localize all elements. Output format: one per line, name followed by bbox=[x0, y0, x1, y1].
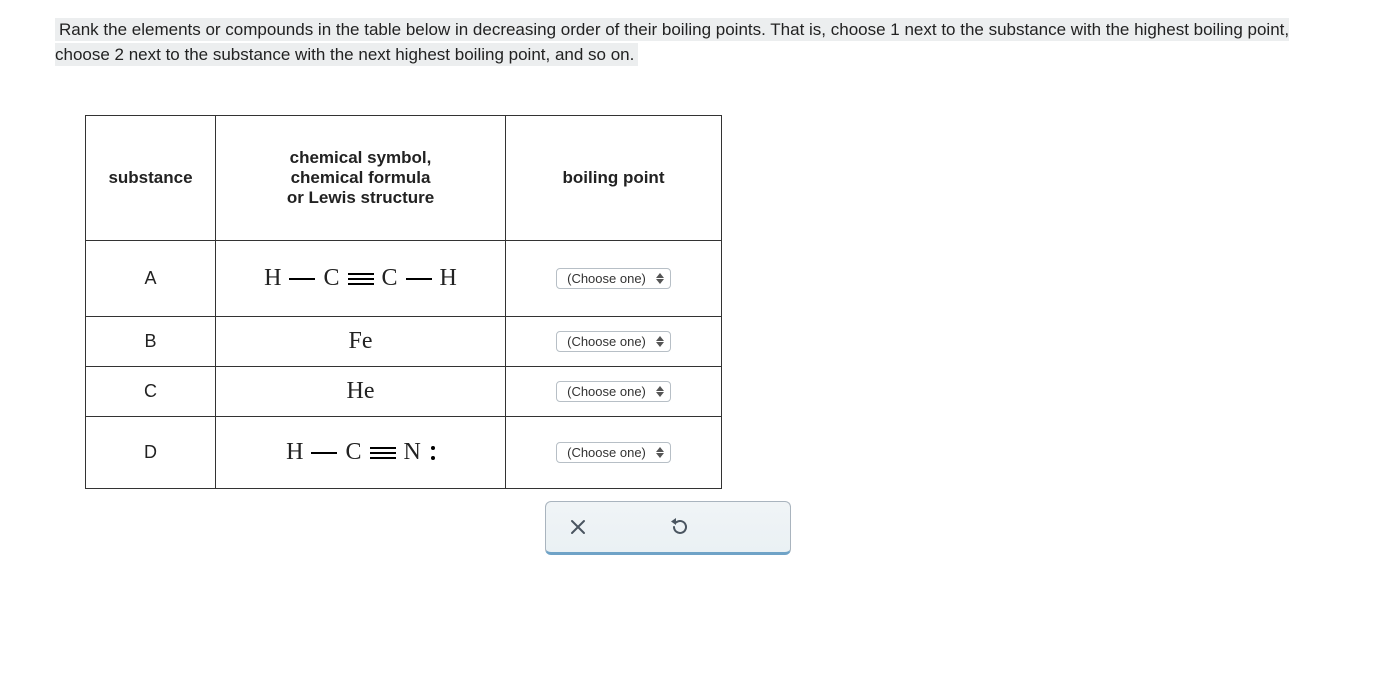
rank-select-a[interactable]: (Choose one) bbox=[556, 268, 671, 289]
substance-label: C bbox=[86, 367, 216, 417]
substance-label: B bbox=[86, 317, 216, 367]
header-row: substance chemical symbol, chemical form… bbox=[86, 116, 722, 241]
lone-pair bbox=[431, 446, 435, 460]
atom: C bbox=[345, 439, 361, 466]
atom: H bbox=[264, 265, 281, 292]
atom: H bbox=[440, 265, 457, 292]
chevron-updown-icon bbox=[656, 336, 664, 347]
lewis-hcn: H C N bbox=[286, 439, 435, 466]
formula-cell: H C N bbox=[216, 417, 506, 489]
single-bond bbox=[311, 452, 337, 454]
triple-bond bbox=[370, 447, 396, 459]
clear-button[interactable] bbox=[564, 514, 592, 540]
table-row: D H C N (Choose one) bbox=[86, 417, 722, 489]
table-row: A H C C H (Choose one) bbox=[86, 241, 722, 317]
chevron-updown-icon bbox=[656, 273, 664, 284]
question-text: Rank the elements or compounds in the ta… bbox=[55, 18, 1289, 66]
question-text-wrap: Rank the elements or compounds in the ta… bbox=[55, 18, 1335, 67]
rank-select-d[interactable]: (Choose one) bbox=[556, 442, 671, 463]
rank-select-c[interactable]: (Choose one) bbox=[556, 381, 671, 402]
formula-cell: He bbox=[216, 367, 506, 417]
chevron-updown-icon bbox=[656, 386, 664, 397]
select-placeholder: (Choose one) bbox=[567, 334, 646, 349]
atom: N bbox=[404, 439, 421, 466]
header-substance: substance bbox=[86, 116, 216, 241]
reset-icon bbox=[670, 517, 690, 537]
single-bond bbox=[406, 278, 432, 280]
table-row: C He (Choose one) bbox=[86, 367, 722, 417]
question-container: Rank the elements or compounds in the ta… bbox=[0, 0, 1390, 573]
substance-label: A bbox=[86, 241, 216, 317]
atom: C bbox=[323, 265, 339, 292]
substance-label: D bbox=[86, 417, 216, 489]
formula-cell: H C C H bbox=[216, 241, 506, 317]
select-placeholder: (Choose one) bbox=[567, 445, 646, 460]
header-formula-text: chemical symbol, chemical formula or Lew… bbox=[287, 148, 434, 208]
boiling-point-cell: (Choose one) bbox=[506, 241, 722, 317]
ranking-table: substance chemical symbol, chemical form… bbox=[85, 115, 722, 489]
header-boiling-point: boiling point bbox=[506, 116, 722, 241]
triple-bond bbox=[348, 273, 374, 285]
lewis-acetylene: H C C H bbox=[264, 265, 457, 292]
boiling-point-cell: (Choose one) bbox=[506, 417, 722, 489]
rank-select-b[interactable]: (Choose one) bbox=[556, 331, 671, 352]
atom: H bbox=[286, 439, 303, 466]
reset-button[interactable] bbox=[666, 514, 694, 540]
table-row: B Fe (Choose one) bbox=[86, 317, 722, 367]
select-placeholder: (Choose one) bbox=[567, 271, 646, 286]
header-formula: chemical symbol, chemical formula or Lew… bbox=[216, 116, 506, 241]
chevron-updown-icon bbox=[656, 447, 664, 458]
formula-cell: Fe bbox=[216, 317, 506, 367]
boiling-point-cell: (Choose one) bbox=[506, 317, 722, 367]
atom: C bbox=[382, 265, 398, 292]
select-placeholder: (Choose one) bbox=[567, 384, 646, 399]
close-icon bbox=[569, 518, 587, 536]
action-bar bbox=[545, 501, 791, 555]
boiling-point-cell: (Choose one) bbox=[506, 367, 722, 417]
single-bond bbox=[289, 278, 315, 280]
